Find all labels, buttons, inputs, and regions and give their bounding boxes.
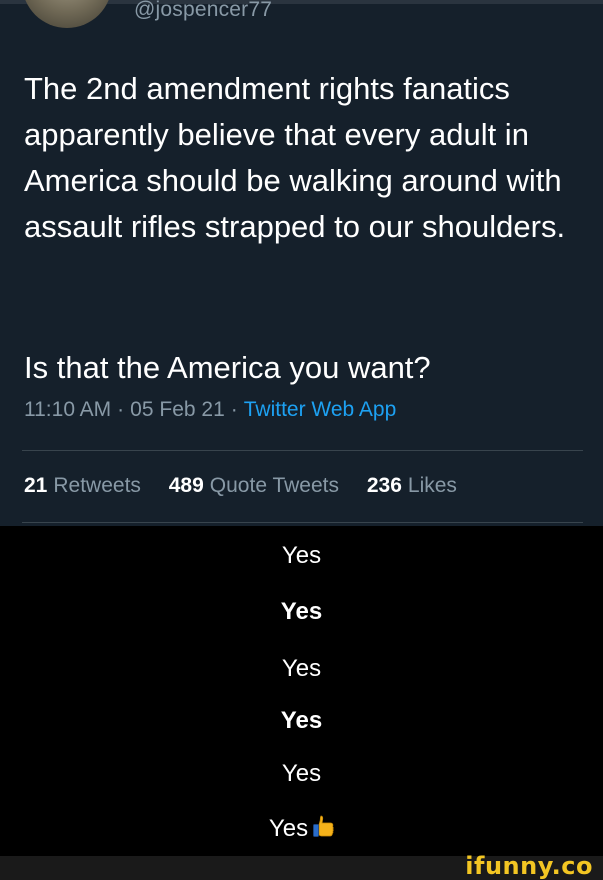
reply-text: Yes xyxy=(281,542,322,569)
reply-text: Yes xyxy=(280,707,323,734)
retweets-count: 21 xyxy=(24,474,48,497)
tweet-question: Is that the America you want? xyxy=(24,350,431,385)
reply-text: Yes xyxy=(281,655,322,682)
tweet-source-link[interactable]: Twitter Web App xyxy=(244,398,397,421)
tweet-date[interactable]: 05 Feb 21 xyxy=(130,398,225,421)
tweet-text: The 2nd amendment rights fanatics appare… xyxy=(24,71,566,244)
ifunny-watermark: ifunny.co xyxy=(465,852,593,880)
likes-label: Likes xyxy=(407,474,457,497)
divider xyxy=(22,450,583,451)
meta-separator: · xyxy=(230,398,238,421)
tweet-time[interactable]: 11:10 AM xyxy=(24,398,111,421)
meta-separator: · xyxy=(117,398,125,421)
tweet-meta: 11:10 AM · 05 Feb 21 · Twitter Web App xyxy=(24,398,396,422)
likes-count: 236 xyxy=(366,474,402,497)
user-handle[interactable]: @jospencer77 xyxy=(134,0,272,22)
thumbs-up-icon xyxy=(313,815,334,837)
quote-tweets-label: Quote Tweets xyxy=(209,474,339,497)
retweets-label: Retweets xyxy=(53,474,141,497)
divider xyxy=(22,522,583,523)
quote-tweets-count: 489 xyxy=(168,474,204,497)
avatar[interactable] xyxy=(22,0,112,28)
tweet-stats: 21 Retweets 489 Quote Tweets 236 Likes xyxy=(24,474,457,498)
retweets-stat[interactable]: 21 Retweets xyxy=(24,474,141,497)
likes-stat[interactable]: 236 Likes xyxy=(367,474,457,497)
tweet-card: @jospencer77 The 2nd amendment rights fa… xyxy=(0,0,603,526)
quote-tweets-stat[interactable]: 489 Quote Tweets xyxy=(169,474,339,497)
reply-text: Yes xyxy=(280,598,323,625)
reply-text: Yes xyxy=(281,760,322,787)
reply-text: Yes xyxy=(268,815,309,842)
reply-with-emoji: Yes xyxy=(0,815,603,843)
